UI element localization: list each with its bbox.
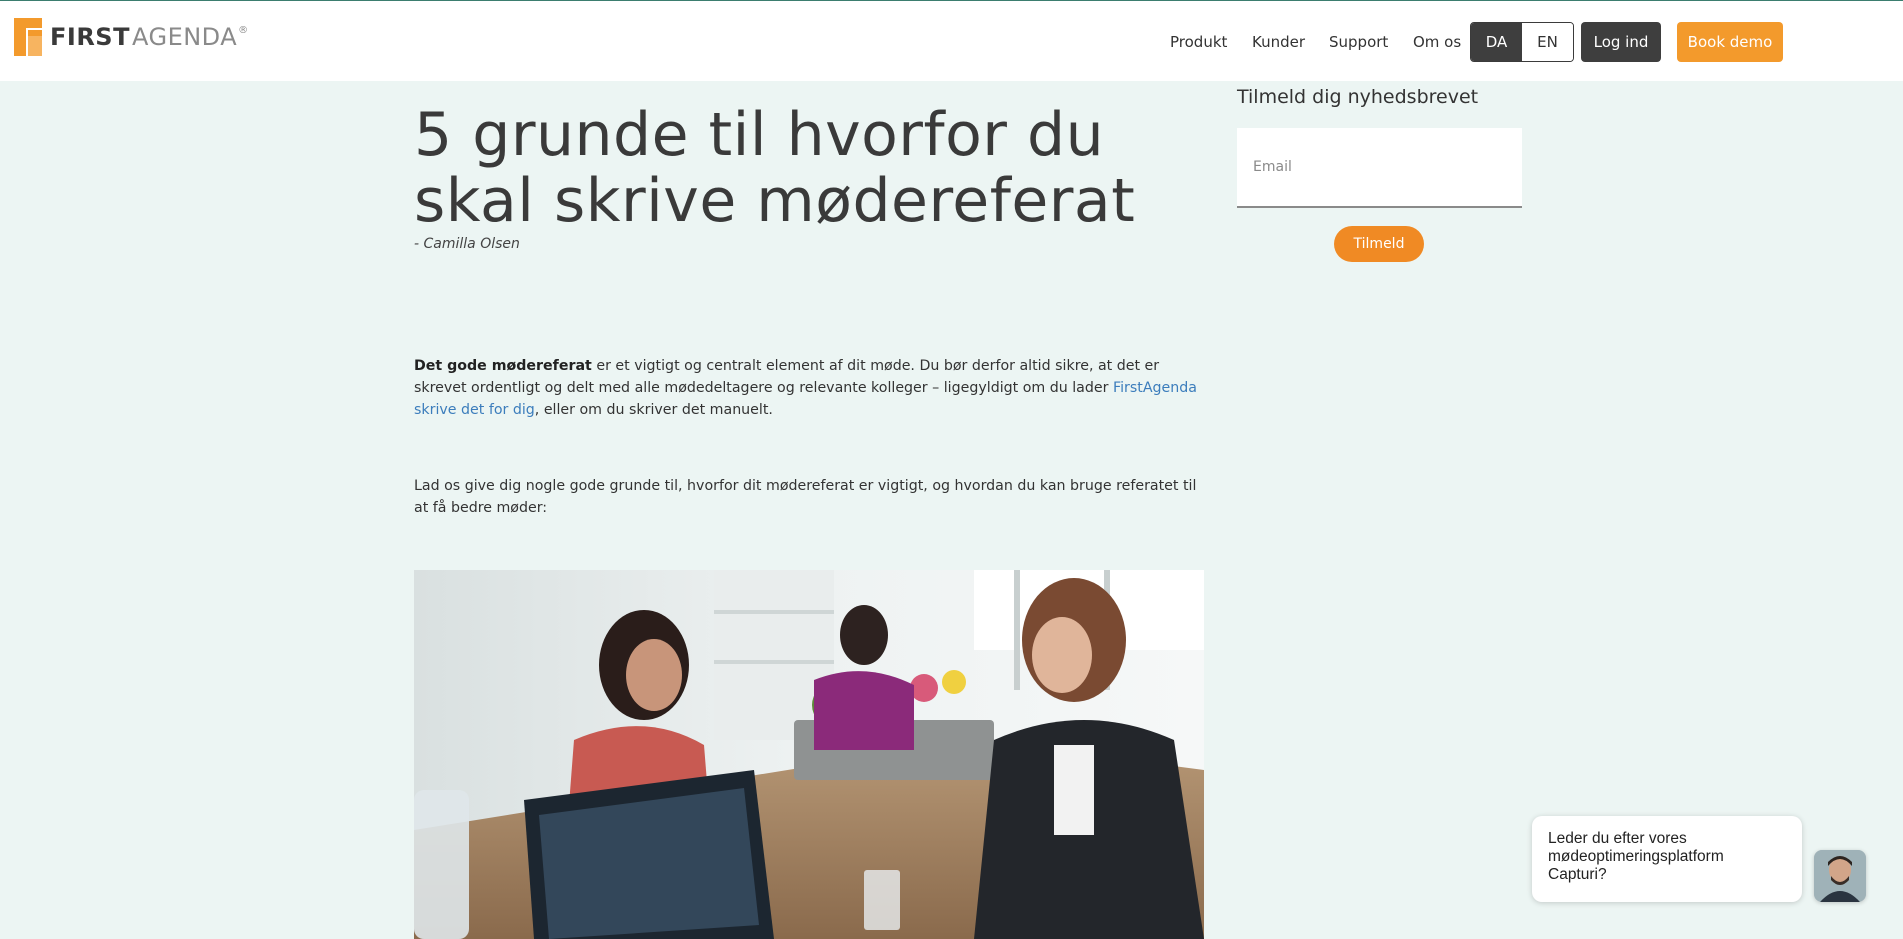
chat-message-bubble[interactable]: Leder du efter vores mødeoptimeringsplat… xyxy=(1532,816,1802,902)
article-title: 5 grunde til hvorfor du skal skrive møde… xyxy=(414,100,1136,236)
logo-text-agenda: AGENDA xyxy=(131,23,238,51)
lang-da-button[interactable]: DA xyxy=(1471,23,1522,61)
article-photo-meeting xyxy=(414,570,1204,939)
newsletter-email-input[interactable] xyxy=(1237,128,1522,208)
article-second-paragraph: Lad os give dig nogle gode grunde til, h… xyxy=(414,478,1197,516)
newsletter-subscribe-button[interactable]: Tilmeld xyxy=(1334,226,1424,262)
chat-agent-avatar[interactable] xyxy=(1814,850,1866,902)
language-switcher: DA EN xyxy=(1470,22,1574,62)
book-demo-button[interactable]: Book demo xyxy=(1677,22,1783,62)
intro-bold-phrase: Det gode mødereferat xyxy=(414,358,592,374)
nav-produkt[interactable]: Produkt xyxy=(1170,33,1227,51)
site-header: FIRST AGENDA ® Produkt Kunder Support Om… xyxy=(0,1,1903,81)
firstagenda-logo[interactable]: FIRST AGENDA ® xyxy=(14,17,249,57)
logo-text-first: FIRST xyxy=(50,23,130,51)
nav-support[interactable]: Support xyxy=(1329,33,1388,51)
nav-om-os[interactable]: Om os xyxy=(1413,33,1461,51)
logo-registered-mark: ® xyxy=(238,25,249,36)
nav-kunder[interactable]: Kunder xyxy=(1252,33,1305,51)
article-intro-paragraph: Det gode mødereferat er et vigtigt og ce… xyxy=(414,355,1204,421)
intro-text-b: , eller om du skriver det manuelt. xyxy=(534,402,773,418)
logo-mark-icon xyxy=(14,18,42,56)
newsletter-title: Tilmeld dig nyhedsbrevet xyxy=(1237,86,1479,108)
article-author: - Camilla Olsen xyxy=(414,236,520,252)
login-button[interactable]: Log ind xyxy=(1581,22,1661,62)
lang-en-button[interactable]: EN xyxy=(1522,23,1573,61)
